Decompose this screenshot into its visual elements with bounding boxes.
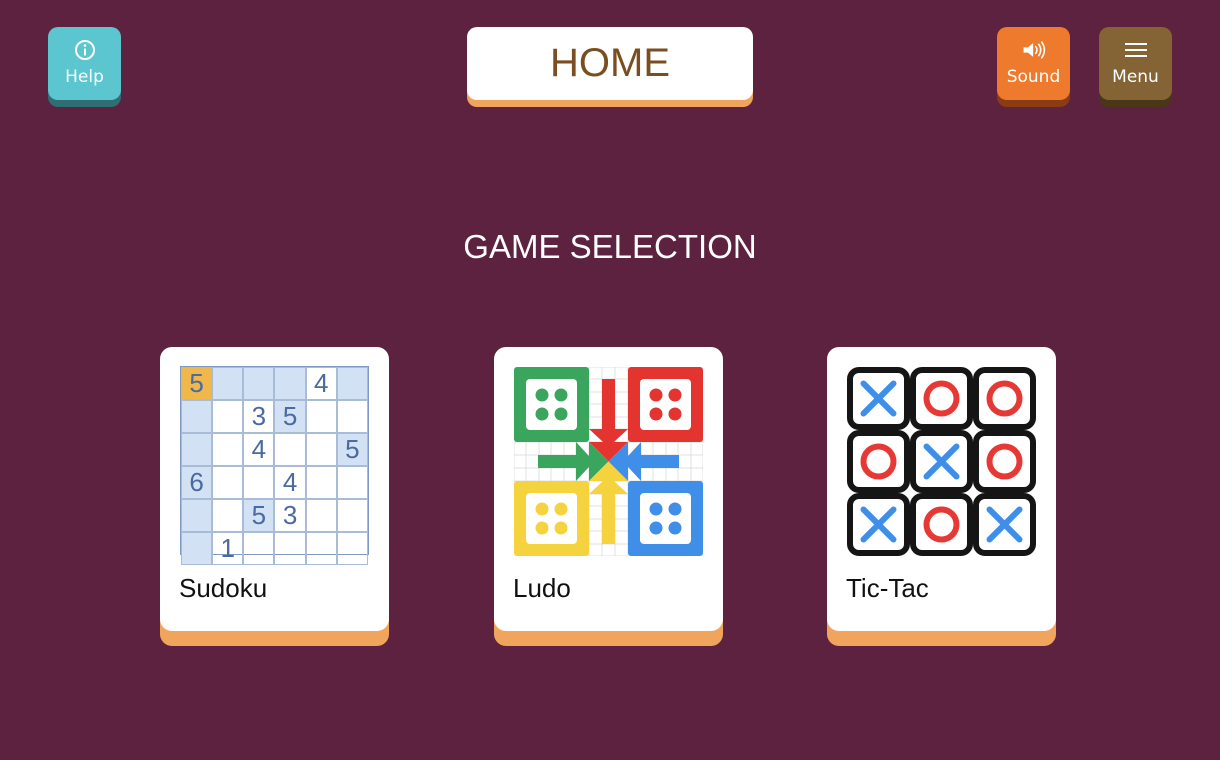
menu-label: Menu [1112,67,1159,87]
sudoku-cell: 6 [181,466,213,499]
sudoku-cell: 4 [243,433,275,466]
card-face: Tic-Tac [827,347,1056,631]
sudoku-cell [243,532,275,565]
sudoku-cell: 5 [274,400,306,433]
sudoku-cell [243,367,275,400]
sudoku-cell: 3 [243,400,275,433]
sudoku-cell [212,466,244,499]
game-card-label: Sudoku [179,573,268,603]
help-label: Help [65,67,104,87]
tictac-cell [847,430,910,493]
card-face: Ludo [494,347,723,631]
sudoku-cell [181,433,213,466]
tictac-board-image [847,367,1036,556]
sudoku-cell [336,400,368,433]
sudoku-cell [243,466,275,499]
menu-button[interactable]: Menu [1099,27,1172,107]
sudoku-cell: 4 [305,367,337,400]
sudoku-cell [212,433,244,466]
info-icon [72,39,98,61]
sound-label: Sound [1006,67,1061,87]
sudoku-cell [305,433,337,466]
tictac-cell [910,493,973,556]
sudoku-cell [181,499,213,532]
sudoku-cell: 5 [181,367,213,400]
game-card-label: Tic-Tac [846,573,929,603]
sudoku-cell [212,400,244,433]
help-button[interactable]: Help [48,27,121,107]
sudoku-cell [181,532,213,565]
game-card-tictac[interactable]: Tic-Tac [827,347,1056,646]
page-title-banner: HOME [467,27,753,107]
sudoku-preview-image: 54354564531 [180,366,369,565]
speaker-icon [1021,39,1047,61]
sudoku-cell: 3 [274,499,306,532]
sudoku-cell [274,532,306,565]
sudoku-cell: 4 [274,466,306,499]
sudoku-cell: 5 [243,499,275,532]
sudoku-cell [274,433,306,466]
sudoku-cell [274,367,306,400]
sudoku-cell: 1 [212,532,244,565]
sudoku-cell [305,400,337,433]
sound-button[interactable]: Sound [997,27,1070,107]
sudoku-cell [212,499,244,532]
page-title: HOME [467,27,753,100]
sudoku-cell [336,367,368,400]
hamburger-icon [1123,39,1149,61]
tictac-cell [973,430,1036,493]
game-card-label: Ludo [513,573,571,603]
sound-button-face [997,27,1070,100]
menu-button-face [1099,27,1172,100]
sudoku-cell [336,499,368,532]
card-face: 54354564531 Sudoku [160,347,389,631]
sudoku-cell [336,466,368,499]
ludo-board-image [514,367,703,556]
help-button-face [48,27,121,100]
sudoku-cell [181,400,213,433]
game-card-ludo[interactable]: Ludo [494,347,723,646]
tictac-cell [973,367,1036,430]
sudoku-cell [305,499,337,532]
sudoku-cell [305,532,337,565]
game-card-sudoku[interactable]: 54354564531 Sudoku [160,347,389,646]
sudoku-cell [212,367,244,400]
section-title: GAME SELECTION [463,228,757,265]
sudoku-cell: 5 [336,433,368,466]
tictac-cell [910,367,973,430]
sudoku-cell [336,532,368,565]
sudoku-cell [305,466,337,499]
